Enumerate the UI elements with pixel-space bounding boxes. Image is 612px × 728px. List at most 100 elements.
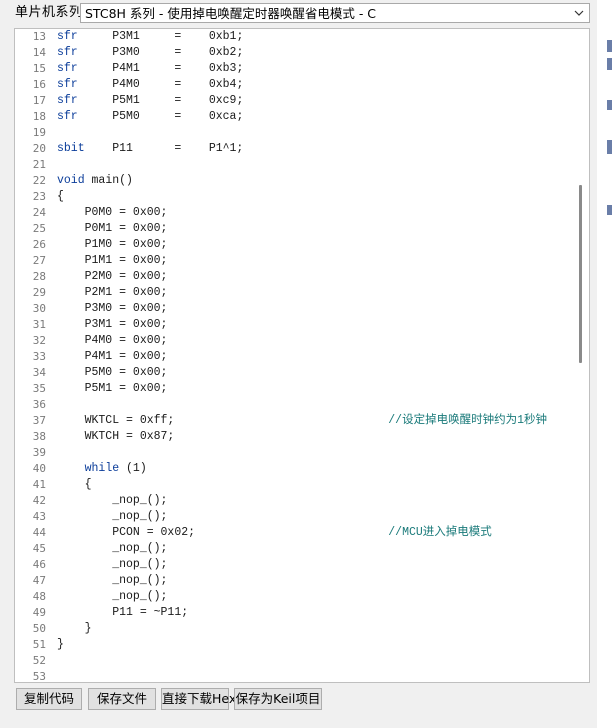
code-line[interactable]: 33 P4M1 = 0x00;	[15, 349, 575, 365]
code-line[interactable]: 39	[15, 445, 575, 461]
code-line[interactable]: 20 sbit P11 = P1^1;	[15, 141, 575, 157]
background-window-edge	[597, 0, 612, 728]
code-line[interactable]: 53	[15, 669, 575, 683]
code-line[interactable]: 19	[15, 125, 575, 141]
code-token: P3M1 = 0x00;	[57, 318, 168, 331]
code-token: {	[57, 190, 64, 203]
code-line[interactable]: 36	[15, 397, 575, 413]
vertical-scrollbar[interactable]	[574, 29, 589, 682]
code-token: P4M1 = 0xb3;	[77, 62, 244, 75]
code-token: P5M1 = 0xc9;	[77, 94, 244, 107]
code-text: _nop_();	[57, 557, 167, 573]
code-token: P3M0 = 0x00;	[57, 302, 168, 315]
code-text: P0M1 = 0x00;	[57, 221, 168, 237]
code-line[interactable]: 50 }	[15, 621, 575, 637]
code-line[interactable]: 16 sfr P4M0 = 0xb4;	[15, 77, 575, 93]
code-line[interactable]: 27 P1M1 = 0x00;	[15, 253, 575, 269]
code-line[interactable]: 51}	[15, 637, 575, 653]
code-line[interactable]: 47 _nop_();	[15, 573, 575, 589]
keyword-token: sfr	[57, 78, 78, 91]
code-token: P2M1 = 0x00;	[57, 286, 168, 299]
code-line[interactable]: 40 while (1)	[15, 461, 575, 477]
code-line[interactable]: 38 WKTCH = 0x87;	[15, 429, 575, 445]
code-token: P11 = ~P11;	[57, 606, 189, 619]
line-number: 43	[32, 510, 46, 523]
download-hex-button[interactable]: 直接下载Hex	[161, 688, 236, 710]
code-text: P3M0 = 0x00;	[57, 301, 168, 317]
code-text: sfr P3M0 = 0xb2;	[57, 45, 243, 61]
keyword-token: sfr	[57, 62, 78, 75]
line-number: 45	[32, 542, 46, 555]
keyword-token: sfr	[57, 30, 78, 43]
code-token: P0M1 = 0x00;	[57, 222, 168, 235]
line-number: 18	[32, 110, 46, 123]
comment-token: //MCU进入掉电模式	[388, 526, 492, 539]
code-line[interactable]: 41 {	[15, 477, 575, 493]
code-text: _nop_();	[57, 541, 167, 557]
code-line[interactable]: 42 _nop_();	[15, 493, 575, 509]
header-bar: 单片机系列 STC8H 系列 - 使用掉电唤醒定时器唤醒省电模式 - C	[0, 0, 612, 28]
code-line[interactable]: 14 sfr P3M0 = 0xb2;	[15, 45, 575, 61]
code-token: main()	[84, 174, 133, 187]
code-line[interactable]: 31 P3M1 = 0x00;	[15, 317, 575, 333]
code-line[interactable]: 49 P11 = ~P11;	[15, 605, 575, 621]
code-editor[interactable]: 13 sfr P3M1 = 0xb1; 14 sfr P3M0 = 0xb2; 15 sf…	[14, 28, 590, 683]
line-number: 22	[32, 174, 46, 187]
code-line[interactable]: 46 _nop_();	[15, 557, 575, 573]
code-line[interactable]: 26 P1M0 = 0x00;	[15, 237, 575, 253]
code-line[interactable]: 34 P5M0 = 0x00;	[15, 365, 575, 381]
code-line[interactable]: 17 sfr P5M1 = 0xc9;	[15, 93, 575, 109]
line-number: 29	[32, 286, 46, 299]
line-number: 19	[32, 126, 46, 139]
code-text: P11 = ~P11;	[57, 605, 188, 621]
code-line[interactable]: 23 {	[15, 189, 575, 205]
code-line[interactable]: 45 _nop_();	[15, 541, 575, 557]
code-text: }	[57, 621, 92, 637]
code-text: P5M0 = 0x00;	[57, 365, 168, 381]
code-line[interactable]: 18 sfr P5M0 = 0xca;	[15, 109, 575, 125]
code-token: _nop_();	[57, 542, 168, 555]
code-text: WKTCL = 0xff; //设定掉电唤醒时钟约为1秒钟	[57, 413, 547, 429]
code-lines[interactable]: 13 sfr P3M1 = 0xb1; 14 sfr P3M0 = 0xb2; 15 sf…	[15, 29, 575, 683]
code-token: _nop_();	[57, 510, 168, 523]
code-line[interactable]: 48 _nop_();	[15, 589, 575, 605]
code-line[interactable]: 25 P0M1 = 0x00;	[15, 221, 575, 237]
code-token: P1M0 = 0x00;	[57, 238, 168, 251]
code-text: _nop_();	[57, 573, 167, 589]
line-number: 53	[32, 670, 46, 683]
code-line[interactable]: 22 void main()	[15, 173, 575, 189]
code-line[interactable]: 35 P5M1 = 0x00;	[15, 381, 575, 397]
save-file-button[interactable]: 保存文件	[88, 688, 156, 710]
code-line[interactable]: 15 sfr P4M1 = 0xb3;	[15, 61, 575, 77]
example-select-value: STC8H 系列 - 使用掉电唤醒定时器唤醒省电模式 - C	[85, 6, 377, 21]
code-text: P1M1 = 0x00;	[57, 253, 168, 269]
scrollbar-thumb[interactable]	[579, 185, 582, 363]
code-token: P0M0 = 0x00;	[57, 206, 168, 219]
save-keil-project-button[interactable]: 保存为Keil项目	[234, 688, 322, 710]
line-number: 21	[32, 158, 46, 171]
code-text: P0M0 = 0x00;	[57, 205, 168, 221]
code-token: }	[57, 638, 64, 651]
code-line[interactable]: 21	[15, 157, 575, 173]
code-text: P1M0 = 0x00;	[57, 237, 168, 253]
chevron-down-icon[interactable]	[573, 7, 585, 19]
line-number: 25	[32, 222, 46, 235]
code-line[interactable]: 24 P0M0 = 0x00;	[15, 205, 575, 221]
example-select[interactable]: STC8H 系列 - 使用掉电唤醒定时器唤醒省电模式 - C	[80, 3, 590, 23]
line-number: 30	[32, 302, 46, 315]
code-line[interactable]: 13 sfr P3M1 = 0xb1;	[15, 29, 575, 45]
copy-code-button[interactable]: 复制代码	[16, 688, 82, 710]
line-number: 34	[32, 366, 46, 379]
line-number: 32	[32, 334, 46, 347]
code-line[interactable]: 37 WKTCL = 0xff; //设定掉电唤醒时钟约为1秒钟	[15, 413, 575, 429]
line-number: 23	[32, 190, 46, 203]
code-line[interactable]: 28 P2M0 = 0x00;	[15, 269, 575, 285]
code-line[interactable]: 52	[15, 653, 575, 669]
code-text: sfr P4M0 = 0xb4;	[57, 77, 243, 93]
code-line[interactable]: 29 P2M1 = 0x00;	[15, 285, 575, 301]
code-line[interactable]: 32 P4M0 = 0x00;	[15, 333, 575, 349]
code-line[interactable]: 43 _nop_();	[15, 509, 575, 525]
code-line[interactable]: 30 P3M0 = 0x00;	[15, 301, 575, 317]
code-line[interactable]: 44 PCON = 0x02; //MCU进入掉电模式	[15, 525, 575, 541]
code-token: P3M1 = 0xb1;	[77, 30, 244, 43]
